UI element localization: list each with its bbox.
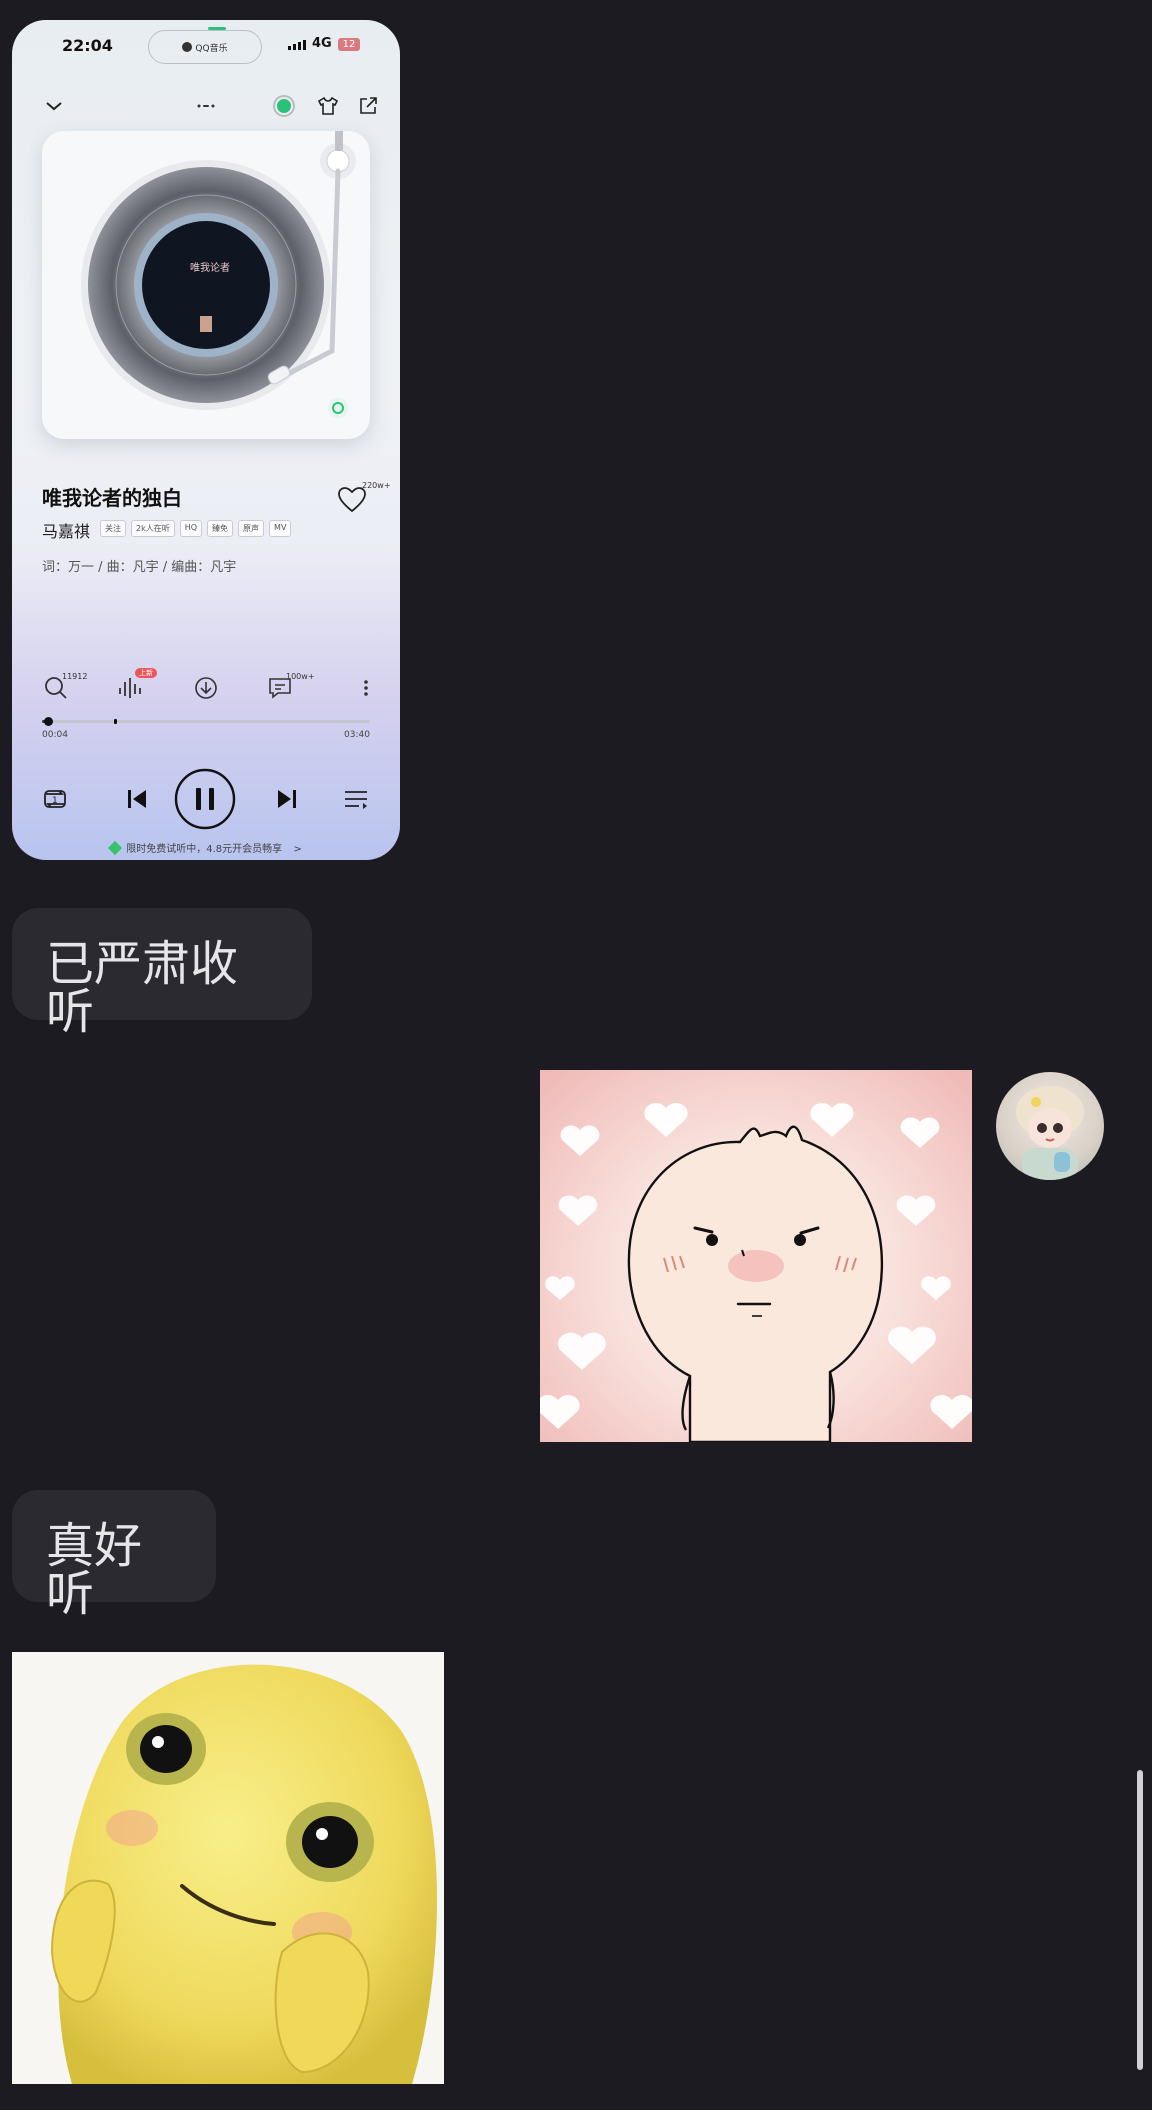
playback-controls: 1 xyxy=(12,764,400,830)
doll-avatar-illustration xyxy=(1016,1086,1084,1180)
player-topbar xyxy=(12,90,400,122)
song-title: 唯我论者的独白 xyxy=(42,486,182,510)
progress-bar[interactable] xyxy=(42,717,370,726)
shared-music-screenshot[interactable]: 22:04 QQ音乐 4G 12 唯我论者 唯我论者的独白 220w+ 马嘉祺 … xyxy=(12,20,400,860)
status-time: 22:04 xyxy=(62,36,113,55)
status-bar: 22:04 QQ音乐 4G 12 xyxy=(12,20,400,72)
theme-shirt-icon[interactable] xyxy=(316,94,340,118)
bun-face-illustration xyxy=(540,1103,972,1442)
tag-hq[interactable]: HQ xyxy=(179,520,203,537)
heart-icon[interactable] xyxy=(337,486,367,514)
time-current: 00:04 xyxy=(42,730,68,740)
tag-follow[interactable]: 关注 xyxy=(100,520,126,537)
battery-icon: 12 xyxy=(338,38,360,51)
trial-text: 限时免费试听中，4.8元开会员畅享 xyxy=(126,844,283,855)
comment-count: 100w+ xyxy=(286,672,315,681)
message-bubble[interactable]: 真好听 xyxy=(12,1490,216,1618)
diamond-icon xyxy=(108,840,123,856)
trial-arrow: > xyxy=(293,844,302,855)
album-turntable[interactable]: 唯我论者 xyxy=(42,129,370,439)
message-bubble[interactable]: 已严肃收听 xyxy=(12,908,312,1036)
signal-icon xyxy=(288,40,306,50)
previous-icon[interactable] xyxy=(124,786,150,812)
next-icon[interactable] xyxy=(274,786,300,812)
yellow-blob-illustration xyxy=(50,1664,437,2084)
sticker-blushing-bun[interactable] xyxy=(540,1070,972,1442)
time-total: 03:40 xyxy=(344,730,370,740)
page-dots-icon xyxy=(197,104,215,108)
dynamic-island: QQ音乐 xyxy=(148,30,262,64)
artist-name[interactable]: 马嘉祺 xyxy=(42,518,90,542)
search-count: 11912 xyxy=(62,672,88,681)
svg-text:唯我论者: 唯我论者 xyxy=(190,261,230,274)
song-credits: 词：万一 / 曲：凡宇 / 编曲：凡宇 xyxy=(42,560,237,575)
share-icon[interactable] xyxy=(356,94,380,118)
action-row: 11912 上新 100w+ xyxy=(12,668,400,708)
vip-trial-banner[interactable]: 限时免费试听中，4.8元开会员畅享 > xyxy=(12,840,400,856)
avatar[interactable] xyxy=(996,1072,1104,1180)
scrollbar[interactable] xyxy=(1137,1770,1143,2070)
vinyl-record-art: 唯我论者 xyxy=(81,129,356,418)
progress-knob[interactable] xyxy=(43,717,53,726)
sticker-yellow-blob[interactable] xyxy=(12,1652,444,2084)
qq-music-logo-icon xyxy=(182,42,193,52)
message-text: 已严肃收听 xyxy=(46,936,239,1040)
playlist-icon[interactable] xyxy=(342,786,370,812)
tag-mv[interactable]: MV xyxy=(269,520,292,537)
pause-button[interactable] xyxy=(174,768,236,830)
like-count: 220w+ xyxy=(362,481,391,490)
tag-free: 臻免 xyxy=(207,520,234,537)
island-label: QQ音乐 xyxy=(195,43,228,54)
tag-original[interactable]: 原声 xyxy=(238,520,265,537)
effect-new-badge: 上新 xyxy=(135,668,157,678)
message-text: 真好听 xyxy=(46,1518,143,1622)
svg-text:1: 1 xyxy=(52,796,58,806)
song-tags: 关注 2k人在听 HQ 臻免 原声 MV xyxy=(100,520,292,537)
vip-quality-icon[interactable] xyxy=(272,94,296,118)
sound-effect-icon[interactable] xyxy=(116,674,144,702)
repeat-one-icon[interactable]: 1 xyxy=(40,784,70,814)
more-icon[interactable] xyxy=(352,674,380,702)
network-type: 4G xyxy=(312,36,332,51)
progress-marker xyxy=(114,719,117,724)
chevron-down-icon[interactable] xyxy=(42,94,66,118)
download-icon[interactable] xyxy=(192,674,220,702)
tag-listeners: 2k人在听 xyxy=(131,520,175,537)
